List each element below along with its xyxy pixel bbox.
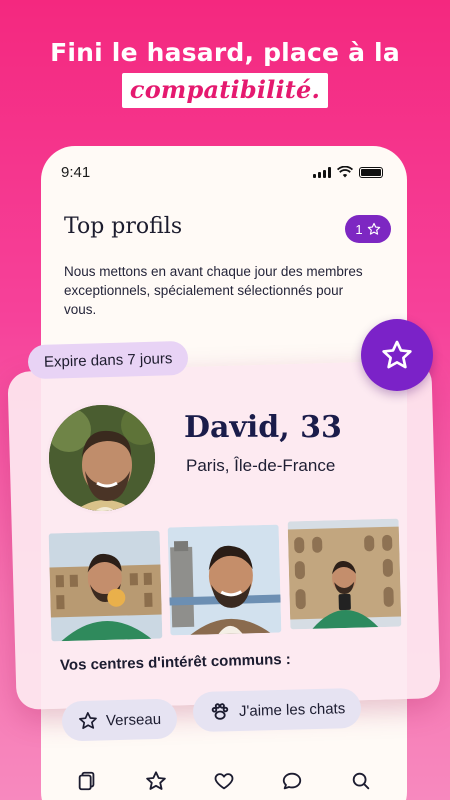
profile-photo-3[interactable] [287,518,402,630]
top-profiles-count-badge[interactable]: 1 [345,215,391,243]
colosseum-pizza-photo [48,530,163,642]
cards-icon [78,771,95,791]
profile-photo-2[interactable] [167,524,282,636]
super-like-button[interactable] [361,319,433,391]
interest-chip-verseau[interactable]: Verseau [61,698,178,742]
expiry-badge: Expire dans 7 jours [27,340,189,380]
status-icons [313,166,383,178]
profile-name: David, 33 [184,410,342,445]
status-time: 9:41 [61,164,91,181]
promo-headline: Fini le hasard, place à la compatibilité… [0,38,450,108]
page-title: Top profils [64,214,183,239]
interest-label: Verseau [105,710,162,729]
profile-photo-1[interactable] [48,530,163,642]
nav-top-profiles[interactable] [143,768,169,794]
signal-icon [313,166,331,178]
interest-chip-cats[interactable]: J'aime les chats [192,687,362,733]
battery-icon [359,166,383,178]
nav-search[interactable] [348,768,374,794]
profile-avatar[interactable] [46,402,158,514]
wifi-icon [337,166,353,178]
star-outline-icon [79,712,97,730]
nav-likes[interactable] [211,768,237,794]
star-outline-icon [382,340,412,369]
badge-count: 1 [355,221,363,237]
bottom-navigation [41,762,407,800]
paw-icon [211,703,229,720]
colosseum-phone-photo [287,518,402,630]
heart-icon [214,773,234,790]
star-outline-icon [367,222,380,235]
headline-text: Fini le hasard, place à la [50,38,400,67]
profile-location: Paris, Île-de-France [186,456,336,475]
nav-messages[interactable] [279,768,305,794]
nav-discover[interactable] [74,768,100,794]
headline-highlight: compatibilité. [121,73,329,108]
interest-label: J'aime les chats [238,699,346,720]
status-bar: 9:41 [61,164,391,184]
star-icon [145,771,166,790]
top-profiles-description: Nous mettons en avant chaque jour des me… [64,264,363,317]
chat-icon [283,772,302,790]
search-icon [352,772,369,790]
tower-bridge-selfie-photo [167,524,282,636]
